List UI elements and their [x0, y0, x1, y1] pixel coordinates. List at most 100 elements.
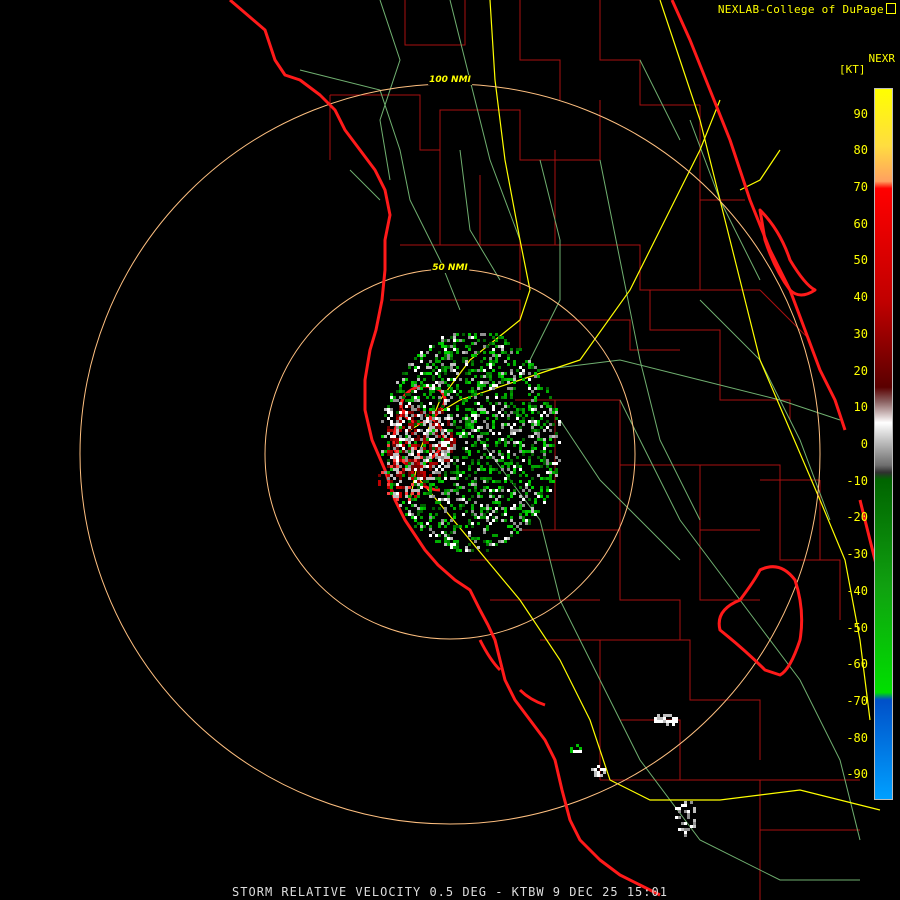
echo-pixel — [408, 477, 411, 480]
echo-pixel — [414, 456, 417, 459]
echo-pixel — [411, 453, 414, 456]
echo-pixel — [504, 510, 507, 513]
echo-pixel — [396, 492, 399, 495]
echo-pixel — [471, 480, 474, 483]
echo-pixel — [441, 381, 444, 384]
echo-pixel — [405, 429, 408, 432]
echo-pixel — [531, 420, 534, 423]
echo-pixel — [495, 384, 498, 387]
echo-pixel — [468, 450, 471, 453]
echo-pixel — [453, 339, 456, 342]
echo-pixel — [453, 477, 456, 480]
echo-pixel — [414, 369, 417, 372]
echo-pixel — [480, 507, 483, 510]
echo-pixel — [426, 432, 429, 435]
echo-pixel — [417, 444, 420, 447]
echo-pixel — [657, 717, 660, 720]
echo-pixel — [405, 441, 408, 444]
echo-pixel — [471, 393, 474, 396]
echo-pixel — [528, 510, 531, 513]
echo-pixel — [417, 456, 420, 459]
echo-pixel — [522, 516, 525, 519]
echo-pixel — [546, 489, 549, 492]
echo-pixel — [420, 447, 423, 450]
echo-pixel — [423, 408, 426, 411]
echo-pixel — [549, 477, 552, 480]
echo-pixel — [402, 381, 405, 384]
echo-pixel — [414, 438, 417, 441]
echo-pixel — [408, 450, 411, 453]
echo-pixel — [507, 414, 510, 417]
echo-pixel — [477, 459, 480, 462]
echo-pixel — [420, 405, 423, 408]
echo-pixel — [438, 420, 441, 423]
echo-pixel — [552, 480, 555, 483]
credit-label: NEXLAB-College of DuPage — [717, 3, 884, 16]
echo-pixel — [393, 468, 396, 471]
echo-pixel — [498, 372, 501, 375]
echo-pixel — [450, 363, 453, 366]
echo-pixel — [486, 345, 489, 348]
echo-pixel — [444, 459, 447, 462]
echo-pixel — [402, 420, 405, 423]
echo-pixel — [435, 534, 438, 537]
echo-pixel — [390, 393, 393, 396]
echo-pixel — [504, 480, 507, 483]
echo-pixel — [438, 456, 441, 459]
echo-pixel — [540, 417, 543, 420]
echo-pixel — [423, 423, 426, 426]
echo-pixel — [420, 423, 423, 426]
echo-pixel — [453, 423, 456, 426]
echo-pixel — [387, 429, 390, 432]
echo-pixel — [417, 495, 420, 498]
echo-pixel — [654, 717, 657, 720]
echo-pixel — [435, 354, 438, 357]
echo-pixel — [474, 429, 477, 432]
echo-pixel — [525, 381, 528, 384]
echo-pixel — [423, 405, 426, 408]
echo-pixel — [555, 474, 558, 477]
echo-pixel — [552, 435, 555, 438]
echo-pixel — [516, 441, 519, 444]
echo-pixel — [519, 495, 522, 498]
echo-pixel — [477, 438, 480, 441]
echo-pixel — [507, 462, 510, 465]
echo-pixel — [513, 432, 516, 435]
echo-pixel — [456, 366, 459, 369]
echo-pixel — [429, 348, 432, 351]
echo-pixel — [432, 516, 435, 519]
echo-pixel — [471, 342, 474, 345]
echo-pixel — [438, 384, 441, 387]
echo-pixel — [468, 333, 471, 336]
echo-pixel — [477, 516, 480, 519]
echo-pixel — [429, 513, 432, 516]
echo-pixel — [537, 387, 540, 390]
echo-pixel — [429, 483, 432, 486]
echo-pixel — [495, 459, 498, 462]
echo-pixel — [492, 420, 495, 423]
echo-pixel — [537, 432, 540, 435]
echo-pixel — [408, 447, 411, 450]
echo-pixel — [576, 744, 579, 747]
echo-pixel — [513, 441, 516, 444]
echo-pixel — [426, 492, 429, 495]
echo-pixel — [450, 417, 453, 420]
echo-pixel — [420, 429, 423, 432]
echo-pixel — [531, 423, 534, 426]
echo-pixel — [396, 420, 399, 423]
echo-pixel — [594, 768, 597, 771]
echo-pixel — [453, 441, 456, 444]
echo-pixel — [435, 462, 438, 465]
echo-pixel — [390, 450, 393, 453]
echo-pixel — [384, 450, 387, 453]
echo-pixel — [468, 348, 471, 351]
echo-pixel — [483, 513, 486, 516]
echo-pixel — [420, 387, 423, 390]
color-scale — [874, 88, 893, 800]
echo-pixel — [483, 441, 486, 444]
echo-pixel — [408, 459, 411, 462]
echo-pixel — [543, 429, 546, 432]
echo-pixel — [528, 366, 531, 369]
echo-pixel — [444, 357, 447, 360]
echo-pixel — [432, 369, 435, 372]
